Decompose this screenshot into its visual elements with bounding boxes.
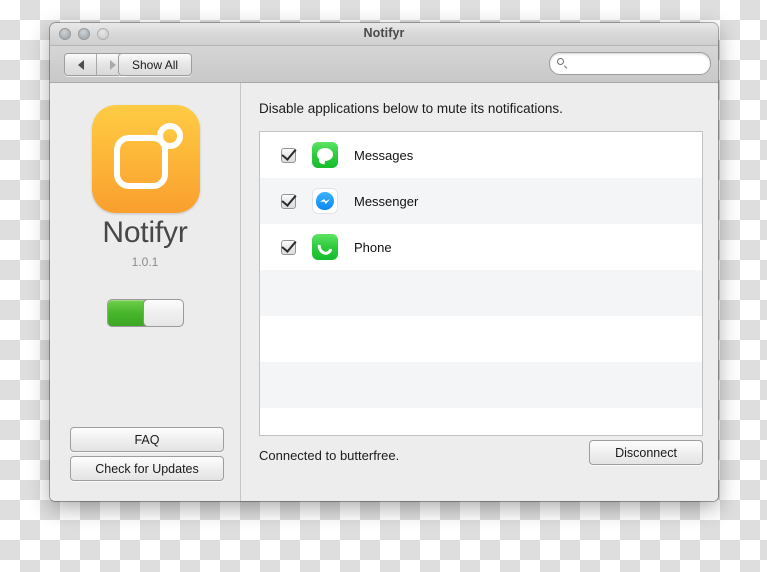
notification-badge-icon — [157, 123, 183, 149]
search-field[interactable] — [549, 52, 718, 75]
phone-app-icon — [312, 234, 338, 260]
show-all-button[interactable]: Show All — [118, 53, 193, 76]
application-list[interactable]: Messages Messenger Phone — [259, 131, 703, 436]
messenger-app-icon — [312, 188, 338, 214]
window-title: Notifyr — [363, 26, 405, 40]
disconnect-button[interactable]: Disconnect — [589, 440, 703, 465]
empty-row — [260, 270, 702, 316]
chevron-left-icon — [77, 59, 84, 70]
check-for-updates-button[interactable]: Check for Updates — [70, 456, 224, 481]
chevron-right-icon — [109, 59, 116, 70]
app-name-label: Messenger — [354, 193, 419, 209]
enable-toggle-container — [50, 299, 240, 327]
notifyr-app-icon — [92, 105, 200, 213]
enable-notifyr-toggle[interactable] — [106, 299, 184, 327]
empty-row — [260, 362, 702, 408]
app-enabled-checkbox[interactable] — [281, 147, 296, 163]
table-row[interactable]: Messenger — [260, 178, 702, 224]
table-row[interactable]: Messages — [260, 132, 702, 178]
show-all-label: Show All — [132, 57, 179, 72]
app-name-label: Messages — [354, 147, 414, 163]
toggle-knob — [142, 300, 183, 326]
check-for-updates-label: Check for Updates — [95, 461, 199, 476]
connection-status: Connected to butterfree. — [259, 448, 400, 463]
main-panel: Disable applications below to mute its n… — [241, 83, 718, 501]
back-button[interactable] — [65, 54, 96, 75]
app-version: 1.0.1 — [131, 255, 159, 269]
window-titlebar: Notifyr — [50, 23, 718, 46]
disconnect-label: Disconnect — [615, 445, 677, 460]
table-row[interactable]: Phone — [260, 224, 702, 270]
sidebar: Notifyr 1.0.1 FAQ Check for Updates — [50, 83, 241, 501]
app-name: Notifyr — [102, 216, 188, 249]
app-enabled-checkbox[interactable] — [281, 193, 296, 209]
app-name-label: Phone — [354, 239, 392, 255]
empty-row — [260, 316, 702, 362]
panel-heading: Disable applications below to mute its n… — [259, 101, 563, 116]
preferences-window: Notifyr Show All Notifyr 1.0.1 FAQ Check… — [50, 23, 718, 501]
app-enabled-checkbox[interactable] — [281, 239, 296, 255]
phone-handset-icon — [314, 236, 336, 258]
window-toolbar: Show All — [50, 46, 718, 83]
speech-bubble-icon — [317, 147, 333, 161]
faq-button-label: FAQ — [134, 432, 160, 447]
messages-app-icon — [312, 142, 338, 168]
window-body: Notifyr 1.0.1 FAQ Check for Updates Disa… — [50, 83, 718, 501]
empty-row — [260, 408, 702, 435]
search-input[interactable] — [557, 57, 718, 70]
faq-button[interactable]: FAQ — [70, 427, 224, 452]
